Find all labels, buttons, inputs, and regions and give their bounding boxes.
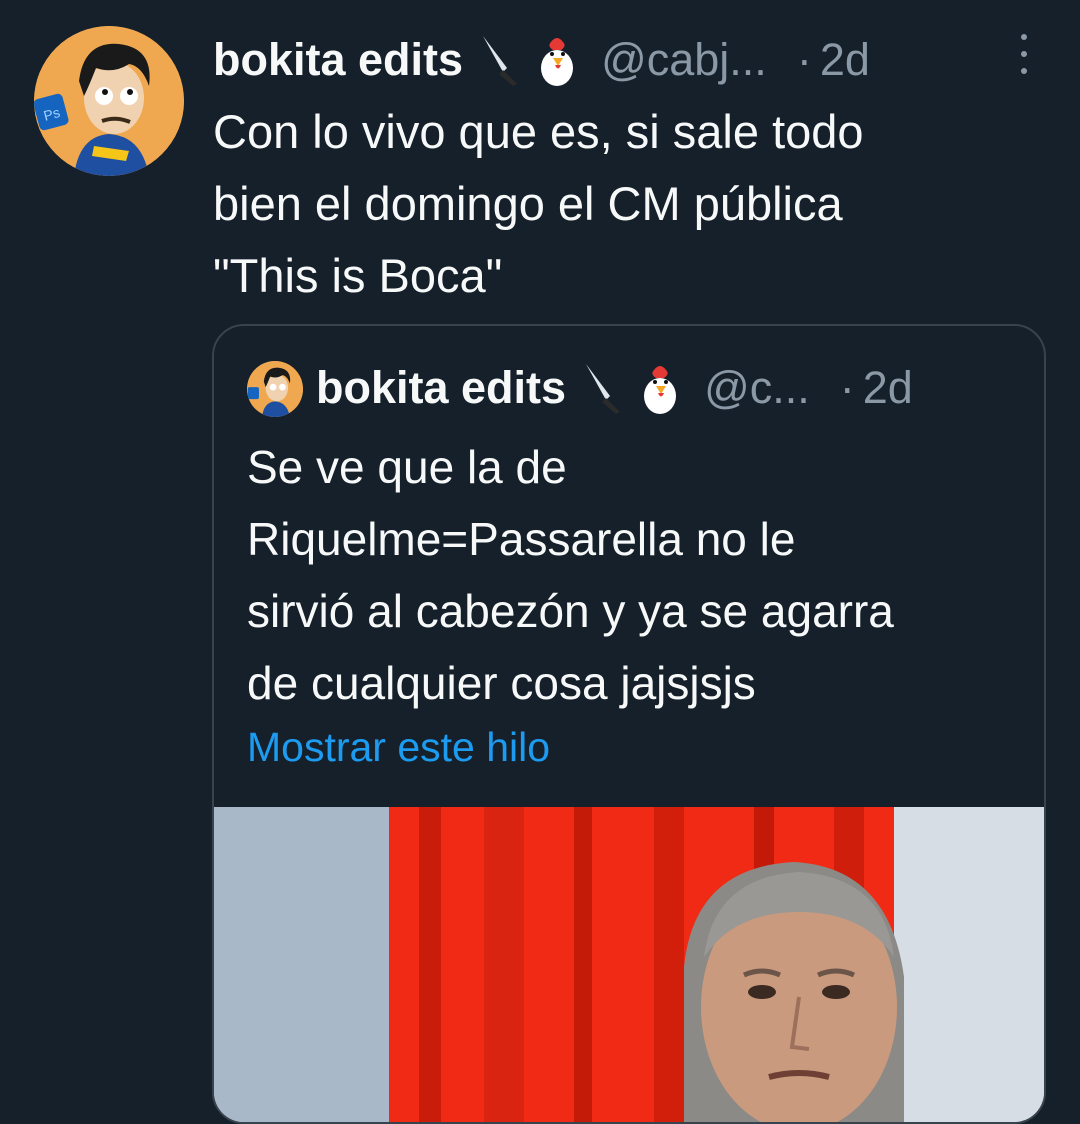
author-handle[interactable]: @cabj... [601,34,767,86]
author-avatar[interactable]: Ps [34,26,184,176]
quoted-tweet-card[interactable]: bokita edits @c... · 2d Se ve que la de … [212,324,1046,1124]
quoted-author-handle: @c... [704,362,810,413]
quoted-tweet-text: Se ve que la de Riquelme=Passarella no l… [247,441,894,709]
separator-dot: · [839,362,855,413]
quoted-tweet-header: bokita edits @c... · 2d [316,356,1036,420]
quoted-author-avatar [247,361,303,417]
quoted-author-name: bokita edits [316,362,567,413]
chicken-icon [535,32,579,88]
knife-icon [477,32,521,88]
quoted-tweet-time: 2d [862,362,913,413]
more-options-icon[interactable] [1014,34,1034,74]
tweet-header: bokita edits @cabj... · 2d [213,30,1043,90]
chicken-icon [638,360,682,416]
separator-dot: · [796,34,812,85]
tweet-text: Con lo vivo que es, si sale todo bien el… [213,105,864,302]
knife-icon [580,360,624,416]
quoted-tweet-image[interactable] [214,807,1044,1122]
author-name[interactable]: bokita edits [213,34,463,86]
tweet-time[interactable]: 2d [820,34,870,86]
show-thread-link[interactable]: Mostrar este hilo [247,724,550,771]
